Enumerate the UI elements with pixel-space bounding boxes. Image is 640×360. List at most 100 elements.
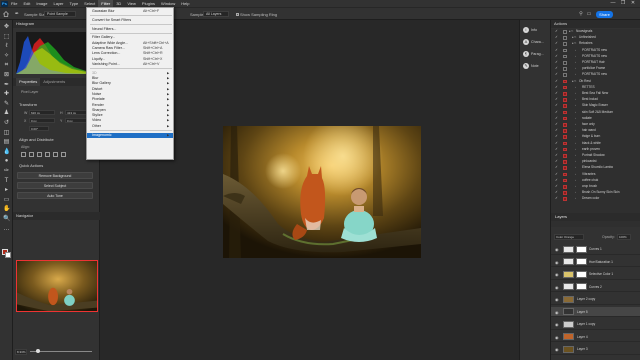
- expand-arrow-icon[interactable]: ›: [575, 103, 576, 109]
- eraser-icon[interactable]: ◫: [3, 130, 10, 137]
- canvas-image[interactable]: [223, 126, 421, 258]
- align-option-icon[interactable]: [21, 152, 26, 157]
- filter-menu-item-lens-correction[interactable]: Lens Correction... Shift+Ctrl+R: [87, 51, 173, 56]
- folder-icon[interactable]: ▸▭: [572, 79, 576, 85]
- action-item[interactable]: ✓ › PORTRAITS new: [551, 48, 640, 54]
- auto-tone-button[interactable]: Auto Tone: [17, 192, 93, 199]
- expand-arrow-icon[interactable]: ›: [575, 128, 576, 134]
- check-icon[interactable]: ✓: [555, 41, 558, 47]
- check-icon[interactable]: ✓: [555, 110, 558, 116]
- align-option-icon[interactable]: [45, 152, 50, 157]
- zoom-field[interactable]: 8.33%: [15, 349, 27, 355]
- action-item[interactable]: ✓ › portfolioe Frame: [551, 66, 640, 72]
- menu-plugins[interactable]: Plugins: [139, 0, 158, 7]
- home-icon[interactable]: [3, 11, 9, 17]
- expand-arrow-icon[interactable]: ›: [575, 172, 576, 178]
- crop-icon[interactable]: ⌗: [3, 62, 10, 69]
- pen-icon[interactable]: ✑: [3, 168, 10, 175]
- check-icon[interactable]: ✓: [555, 35, 558, 41]
- dialog-toggle-icon[interactable]: [563, 110, 567, 115]
- sample-size-dropdown[interactable]: Point Sample: [44, 11, 76, 17]
- expand-arrow-icon[interactable]: ›: [575, 72, 576, 78]
- filter-menu-item-convert-for-smart-filters[interactable]: Convert for Smart Filters: [87, 18, 173, 23]
- expand-arrow-icon[interactable]: ›: [575, 141, 576, 147]
- sample-dropdown[interactable]: All Layers: [203, 11, 229, 17]
- layer-row[interactable]: ◉ Hue/Saturation 1: [551, 257, 640, 267]
- navigator-thumbnail[interactable]: [16, 260, 98, 312]
- x-field[interactable]: 0 px: [29, 118, 55, 123]
- filter-menu-item-imagenomic[interactable]: Imagenomic ▶: [87, 132, 173, 138]
- check-icon[interactable]: ✓: [555, 29, 558, 35]
- width-field[interactable]: 620 px: [29, 110, 55, 115]
- layer-row[interactable]: ◉ Layer 5: [551, 306, 640, 317]
- stamp-icon[interactable]: ♟: [3, 110, 10, 117]
- search-icon[interactable]: ⚲: [578, 11, 584, 17]
- blur-icon[interactable]: 💧: [3, 149, 10, 156]
- background-color-swatch[interactable]: [5, 252, 11, 258]
- expand-arrow-icon[interactable]: ›: [575, 165, 576, 171]
- action-item[interactable]: ✓ › coffee chuk: [551, 178, 640, 184]
- history-brush-icon[interactable]: ↺: [3, 120, 10, 127]
- type-icon[interactable]: T: [3, 178, 10, 185]
- eye-icon[interactable]: ◉: [555, 347, 559, 352]
- expand-arrow-icon[interactable]: ›: [575, 178, 576, 184]
- brush-icon[interactable]: ✎: [3, 101, 10, 108]
- check-icon[interactable]: ✓: [555, 85, 558, 91]
- folder-icon[interactable]: ▸▭: [572, 41, 576, 47]
- action-item[interactable]: ✓ › Best Sea Fall New: [551, 91, 640, 97]
- eye-icon[interactable]: ◉: [555, 335, 559, 340]
- menu-file[interactable]: File: [8, 0, 20, 7]
- layer-mask-thumbnail[interactable]: [576, 270, 587, 278]
- filter-menu-item-filter-gallery[interactable]: Filter Gallery...: [87, 35, 173, 40]
- action-item[interactable]: ✓ › PORTRAITS new: [551, 54, 640, 60]
- dialog-toggle-icon[interactable]: [563, 42, 567, 46]
- dialog-toggle-icon[interactable]: [563, 129, 567, 133]
- dialog-toggle-icon[interactable]: [563, 73, 567, 77]
- dialog-toggle-icon[interactable]: [563, 92, 567, 96]
- check-icon[interactable]: ✓: [555, 72, 558, 78]
- expand-arrow-icon[interactable]: ›: [575, 134, 576, 140]
- opacity-field[interactable]: 100%: [617, 234, 631, 240]
- action-item[interactable]: ✓ › PORTRAITS new: [551, 72, 640, 78]
- action-item[interactable]: ✓ › earth proven: [551, 147, 640, 153]
- zoom-slider-handle[interactable]: [36, 349, 40, 353]
- filter-menu-item-liquify[interactable]: Liquify... Shift+Ctrl+X: [87, 57, 173, 62]
- dialog-toggle-icon[interactable]: [563, 85, 567, 90]
- expand-arrow-icon[interactable]: ›: [575, 85, 576, 91]
- dodge-icon[interactable]: ●: [3, 158, 10, 165]
- filter-menu-item-other[interactable]: Other ▶: [87, 124, 173, 129]
- align-option-icon[interactable]: [37, 152, 42, 157]
- dialog-toggle-icon[interactable]: [563, 166, 567, 170]
- filter-menu-item-blur-gallery[interactable]: Blur Gallery ▶: [87, 81, 173, 86]
- dialog-toggle-icon[interactable]: [563, 67, 567, 71]
- frame-icon[interactable]: ⊠: [3, 72, 10, 79]
- dialog-toggle-icon[interactable]: [563, 160, 567, 164]
- action-item[interactable]: ✓ › Best Inclad: [551, 97, 640, 103]
- expand-arrow-icon[interactable]: ›: [575, 153, 576, 159]
- eye-icon[interactable]: ◉: [555, 285, 559, 290]
- quick-select-icon[interactable]: ✧: [3, 53, 10, 60]
- lasso-icon[interactable]: ℓ: [3, 43, 10, 50]
- layer-row[interactable]: ◉ Selective Color 1: [551, 269, 640, 280]
- eye-icon[interactable]: ◉: [555, 322, 559, 327]
- dialog-toggle-icon[interactable]: [563, 185, 567, 189]
- check-icon[interactable]: ✓: [555, 190, 558, 196]
- align-option-icon[interactable]: [61, 152, 66, 157]
- check-icon[interactable]: ✓: [555, 153, 558, 159]
- filter-menu-item-sharpen[interactable]: Sharpen ▶: [87, 108, 173, 113]
- menu-view[interactable]: View: [124, 0, 139, 7]
- filter-menu-item-adaptive-wide-angle[interactable]: Adaptive Wide Angle... Alt+Shift+Ctrl+A: [87, 41, 173, 46]
- dialog-toggle-icon[interactable]: [563, 141, 567, 146]
- dialog-toggle-icon[interactable]: [563, 172, 567, 177]
- layers-tab[interactable]: Layers: [555, 214, 567, 219]
- action-item[interactable]: ✓ › radiate: [551, 116, 640, 122]
- check-icon[interactable]: ✓: [555, 178, 558, 184]
- layer-row[interactable]: ◉ Layer 3: [551, 344, 640, 355]
- close-icon[interactable]: ✕: [628, 0, 638, 7]
- marquee-icon[interactable]: ⬚: [3, 34, 10, 41]
- minimize-icon[interactable]: —: [608, 0, 618, 7]
- filter-menu-item-vanishing-point[interactable]: Vanishing Point... Alt+Ctrl+V: [87, 62, 173, 67]
- expand-arrow-icon[interactable]: ›: [575, 159, 576, 165]
- action-item[interactable]: ✓ › Vibrantes: [551, 172, 640, 178]
- dialog-toggle-icon[interactable]: [563, 197, 567, 201]
